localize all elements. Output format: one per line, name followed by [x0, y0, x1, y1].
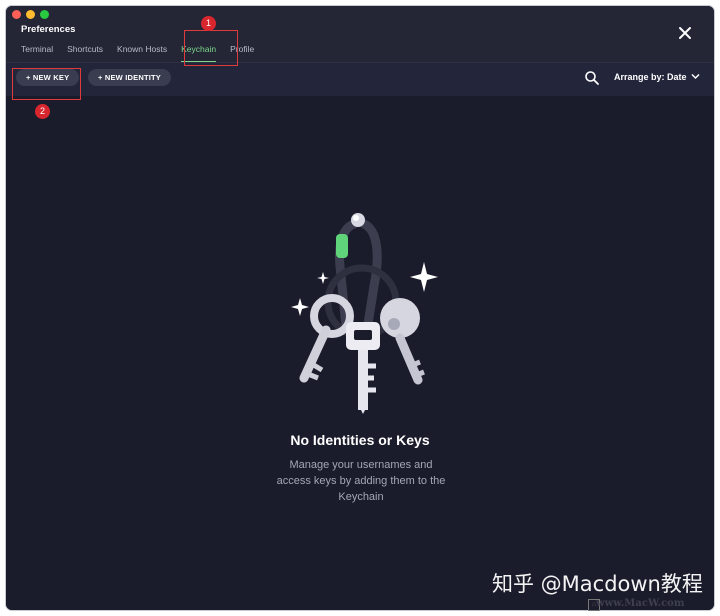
toolbar: + NEW KEY + NEW IDENTITY Arrange by: Dat… — [6, 62, 714, 97]
annotation-marker-2: 2 — [35, 104, 50, 119]
preferences-window: Preferences Terminal Shortcuts Known Hos… — [6, 6, 714, 610]
watermark-text: 知乎 @Macdown教程 — [492, 572, 703, 596]
maximize-window-button[interactable] — [40, 10, 49, 19]
close-window-button[interactable] — [12, 10, 21, 19]
arrange-label: Arrange by: Date — [614, 72, 687, 82]
arrange-by-dropdown[interactable]: Arrange by: Date — [614, 72, 700, 82]
annotation-box-new-key — [12, 68, 81, 100]
window-title: Preferences — [21, 24, 76, 35]
keychain-content: No Identities or Keys Manage your userna… — [6, 96, 714, 610]
sparkle-icon — [291, 298, 309, 316]
close-icon[interactable] — [678, 26, 692, 40]
annotation-marker-1: 1 — [201, 16, 216, 31]
watermark-site: www.MacW.com — [596, 598, 685, 609]
empty-state-description: Manage your usernames and access keys by… — [276, 459, 446, 503]
new-identity-button[interactable]: + NEW IDENTITY — [88, 69, 172, 86]
sparkle-icon — [317, 272, 329, 284]
sparkle-icon — [410, 262, 438, 292]
tab-terminal[interactable]: Terminal — [21, 44, 53, 60]
tab-known-hosts[interactable]: Known Hosts — [117, 44, 167, 60]
empty-state-title: No Identities or Keys — [290, 432, 430, 448]
annotation-box-keychain — [184, 30, 238, 66]
title-bar: Preferences Terminal Shortcuts Known Hos… — [6, 6, 714, 62]
tab-shortcuts[interactable]: Shortcuts — [67, 44, 103, 60]
carabiner-gate-icon — [336, 234, 348, 258]
keys-illustration — [291, 213, 438, 414]
minimize-window-button[interactable] — [26, 10, 35, 19]
chevron-down-icon — [691, 73, 700, 80]
search-icon[interactable] — [584, 70, 600, 86]
